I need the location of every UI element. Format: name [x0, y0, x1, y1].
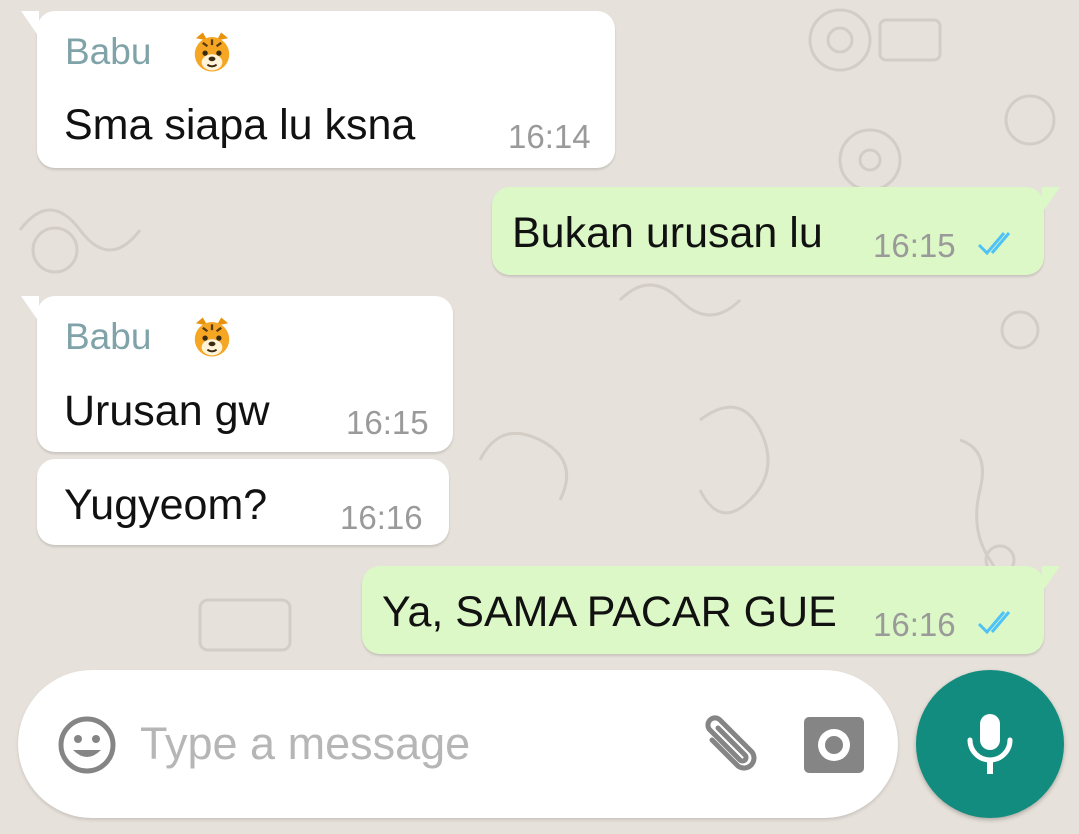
- message-input-bar: Type a message: [18, 670, 898, 818]
- message-text: Bukan urusan lu: [512, 209, 823, 257]
- outgoing-message-bubble[interactable]: Ya, SAMA PACAR GUE 16:16: [362, 566, 1060, 654]
- camera-icon[interactable]: [802, 715, 866, 775]
- message-input[interactable]: Type a message: [140, 718, 470, 770]
- tiger-face-emoji-icon: [194, 32, 230, 72]
- sender-name-text: Babu: [65, 316, 152, 357]
- message-text: Ya, SAMA PACAR GUE: [382, 588, 837, 636]
- incoming-message-bubble[interactable]: Babu Sma siapa lu ksna 16:14: [21, 11, 615, 168]
- paperclip-icon[interactable]: [696, 710, 766, 780]
- incoming-message-bubble[interactable]: Babu Urusan gw 16:15: [21, 296, 453, 452]
- message-timestamp: 16:14: [508, 118, 591, 155]
- bubble-tail: [1042, 187, 1060, 213]
- message-timestamp: 16:15: [346, 404, 429, 441]
- message-timestamp: 16:15: [873, 227, 956, 264]
- microphone-icon: [967, 714, 1013, 774]
- message-text: Yugyeom?: [64, 481, 268, 529]
- sender-name[interactable]: Babu: [65, 316, 230, 358]
- tiger-face-emoji-icon: [194, 317, 230, 357]
- smiley-icon[interactable]: [56, 714, 118, 776]
- sender-name[interactable]: Babu: [65, 31, 230, 73]
- message-text: Sma siapa lu ksna: [64, 101, 416, 149]
- incoming-message-bubble[interactable]: Yugyeom? 16:16: [37, 459, 449, 545]
- message-timestamp: 16:16: [873, 606, 956, 643]
- message-text: Urusan gw: [64, 387, 270, 435]
- bubble-tail: [21, 11, 39, 37]
- voice-message-button[interactable]: [916, 670, 1064, 818]
- sender-name-text: Babu: [65, 31, 152, 72]
- read-receipt-double-tick-icon: [977, 232, 1011, 256]
- message-timestamp: 16:16: [340, 499, 423, 536]
- bubble-tail: [1042, 566, 1060, 592]
- outgoing-message-bubble[interactable]: Bukan urusan lu 16:15: [492, 187, 1060, 275]
- read-receipt-double-tick-icon: [977, 611, 1011, 635]
- bubble-tail: [21, 296, 39, 322]
